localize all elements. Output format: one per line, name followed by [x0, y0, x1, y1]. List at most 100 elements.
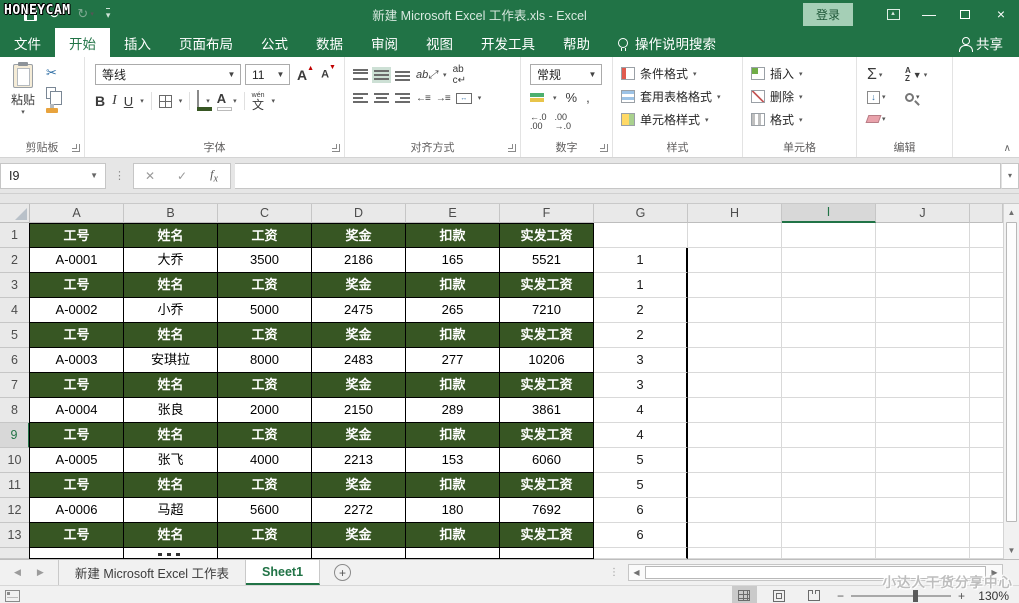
ribbon-display-options-button[interactable]: ▴	[875, 0, 911, 28]
orientation-button[interactable]: ab⤢	[416, 69, 437, 82]
conditional-formatting-button[interactable]: 条件格式 ▾	[621, 63, 721, 84]
font-name-dropdown-icon[interactable]: ▼	[223, 70, 240, 79]
tab-home[interactable]: 开始	[55, 28, 110, 57]
increase-indent-button[interactable]: →≡	[436, 93, 451, 104]
cell-I8[interactable]	[782, 398, 876, 423]
cell-B1[interactable]: 姓名	[124, 223, 218, 248]
column-header-E[interactable]: E	[406, 204, 500, 223]
cell-E7[interactable]: 扣款	[406, 373, 500, 398]
row-header-5[interactable]: 5	[0, 323, 30, 348]
cell-D7[interactable]: 奖金	[312, 373, 406, 398]
cell-C13[interactable]: 工资	[218, 523, 312, 548]
cell-K13[interactable]	[970, 523, 1003, 548]
cell-G6[interactable]: 3	[594, 348, 688, 373]
cell-A5[interactable]: 工号	[29, 323, 124, 348]
clipboard-dialog-launcher[interactable]	[72, 144, 80, 152]
font-dialog-launcher[interactable]	[332, 144, 340, 152]
macro-record-icon[interactable]	[5, 589, 20, 602]
tab-data[interactable]: 数据	[302, 28, 357, 57]
page-break-view-button[interactable]	[802, 586, 827, 603]
cell-F10[interactable]: 6060	[500, 448, 594, 473]
cell-C4[interactable]: 5000	[218, 298, 312, 323]
cell-K1[interactable]	[970, 223, 1003, 248]
cell-F12[interactable]: 7692	[500, 498, 594, 523]
cell-H4[interactable]	[688, 298, 782, 323]
cell-C10[interactable]: 4000	[218, 448, 312, 473]
vertical-scroll-thumb[interactable]	[1006, 222, 1017, 522]
font-name-combobox[interactable]: 等线 ▼	[95, 64, 241, 85]
minimize-button[interactable]: —	[911, 0, 947, 28]
cell-B11[interactable]: 姓名	[124, 473, 218, 498]
cell-K11[interactable]	[970, 473, 1003, 498]
cell-K7[interactable]	[970, 373, 1003, 398]
cell-B7[interactable]: 姓名	[124, 373, 218, 398]
row-header-6[interactable]: 6	[0, 348, 30, 373]
format-as-table-button[interactable]: 套用表格格式 ▾	[621, 86, 721, 107]
cell-B6[interactable]: 安琪拉	[124, 348, 218, 373]
cell-H12[interactable]	[688, 498, 782, 523]
cell-E2[interactable]: 165	[406, 248, 500, 273]
bottom-align-button[interactable]	[395, 69, 410, 81]
cell-B12[interactable]: 马超	[124, 498, 218, 523]
cell-H6[interactable]	[688, 348, 782, 373]
cell-D10[interactable]: 2213	[312, 448, 406, 473]
cell-I5[interactable]	[782, 323, 876, 348]
cell-H9[interactable]	[688, 423, 782, 448]
row-header-11[interactable]: 11	[0, 473, 30, 498]
cell-B13[interactable]: 姓名	[124, 523, 218, 548]
formula-input[interactable]	[235, 162, 1001, 189]
row-header-1[interactable]: 1	[0, 223, 30, 248]
fill-button[interactable]: ↓ ▾	[867, 90, 905, 104]
cell-I3[interactable]	[782, 273, 876, 298]
row-header-3[interactable]: 3	[0, 273, 30, 298]
cell-I4[interactable]	[782, 298, 876, 323]
cell-C5[interactable]: 工资	[218, 323, 312, 348]
borders-dropdown[interactable]: ▾	[179, 97, 183, 105]
cell-B3[interactable]: 姓名	[124, 273, 218, 298]
row-header-10[interactable]: 10	[0, 448, 30, 473]
cell-A9[interactable]: 工号	[29, 423, 124, 448]
redo-button[interactable]: ↻ ▾	[77, 6, 93, 22]
autosum-button[interactable]: Σ ▾	[867, 66, 905, 84]
cell-K8[interactable]	[970, 398, 1003, 423]
cell-A13[interactable]: 工号	[29, 523, 124, 548]
cell-F1[interactable]: 实发工资	[500, 223, 594, 248]
cell-J3[interactable]	[876, 273, 970, 298]
cell-B14[interactable]	[124, 548, 218, 559]
row-header-8[interactable]: 8	[0, 398, 30, 423]
cell-E5[interactable]: 扣款	[406, 323, 500, 348]
cell-D6[interactable]: 2483	[312, 348, 406, 373]
cell-C9[interactable]: 工资	[218, 423, 312, 448]
phonetic-guide-button[interactable]: wén 文	[252, 92, 265, 111]
merge-center-button[interactable]: ↔	[455, 92, 472, 104]
tab-developer[interactable]: 开发工具	[467, 28, 549, 57]
paste-button[interactable]: 粘贴 ▾	[6, 62, 40, 116]
tab-file[interactable]: 文件	[0, 28, 55, 57]
cell-A7[interactable]: 工号	[29, 373, 124, 398]
percent-style-button[interactable]: %	[566, 90, 578, 105]
italic-button[interactable]: I	[112, 93, 117, 109]
cell-G5[interactable]: 2	[594, 323, 688, 348]
bold-button[interactable]: B	[95, 93, 105, 109]
cell-G14[interactable]	[594, 548, 688, 559]
cell-G3[interactable]: 1	[594, 273, 688, 298]
tab-review[interactable]: 审阅	[357, 28, 412, 57]
cell-F8[interactable]: 3861	[500, 398, 594, 423]
row-header-7[interactable]: 7	[0, 373, 30, 398]
cell-C1[interactable]: 工资	[218, 223, 312, 248]
cell-G12[interactable]: 6	[594, 498, 688, 523]
normal-view-button[interactable]	[731, 586, 757, 603]
row-header-13[interactable]: 13	[0, 523, 30, 548]
cell-A12[interactable]: A-0006	[29, 498, 124, 523]
cell-K6[interactable]	[970, 348, 1003, 373]
cell-F9[interactable]: 实发工资	[500, 423, 594, 448]
column-header-H[interactable]: H	[688, 204, 782, 223]
sign-in-button[interactable]: 登录	[802, 2, 853, 26]
cell-H10[interactable]	[688, 448, 782, 473]
scrollbar-resize-handle[interactable]: ⋮	[609, 567, 620, 578]
cell-I7[interactable]	[782, 373, 876, 398]
cell-J1[interactable]	[876, 223, 970, 248]
cell-D9[interactable]: 奖金	[312, 423, 406, 448]
cell-F2[interactable]: 5521	[500, 248, 594, 273]
cell-J11[interactable]	[876, 473, 970, 498]
